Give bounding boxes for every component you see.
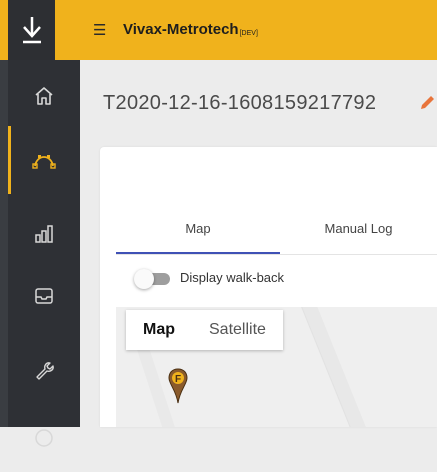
bar-chart-icon (35, 225, 53, 243)
map-marker[interactable]: F (167, 368, 189, 409)
map-road (296, 307, 371, 427)
walkback-toggle[interactable] (134, 269, 154, 289)
map-pin-icon: F (168, 368, 188, 404)
download-arrow-logo-icon (22, 17, 41, 44)
sidebar-item-inbox[interactable] (8, 262, 80, 330)
sidebar-item-home[interactable] (8, 62, 80, 130)
sidebar-item-routes[interactable] (8, 126, 80, 194)
sidebar-item-reports[interactable] (8, 200, 80, 268)
active-tab-indicator (116, 252, 280, 254)
map-type-satellite-button[interactable]: Satellite (192, 310, 283, 350)
pencil-icon (421, 96, 434, 109)
tab-map[interactable]: Map (116, 217, 280, 257)
route-icon (32, 155, 56, 169)
menu-icon[interactable]: ☰ (93, 20, 107, 40)
brand-name: Vivax-Metrotech (123, 21, 239, 38)
wrench-icon (36, 362, 54, 380)
app-logo[interactable] (8, 0, 55, 60)
walkback-label: Display walk-back (180, 270, 285, 285)
app-title: Vivax-Metrotech[DEV] (123, 18, 258, 42)
page-title: T2020-12-16-1608159217792 (103, 92, 377, 114)
tab-manual-log[interactable]: Manual Log (280, 217, 437, 257)
sidebar-item-tools[interactable] (8, 336, 80, 404)
sidebar-item-help[interactable] (8, 404, 80, 472)
help-icon (35, 429, 53, 447)
env-tag: [DEV] (239, 30, 258, 37)
home-icon (35, 87, 53, 105)
map-type-map-button[interactable]: Map (126, 310, 192, 350)
map-type-control: Map Satellite (126, 310, 283, 350)
inbox-icon (35, 288, 53, 304)
tab-divider (116, 254, 437, 255)
edit-title-button[interactable] (418, 92, 437, 117)
sidebar-edge (0, 60, 8, 427)
marker-letter: F (175, 374, 181, 385)
